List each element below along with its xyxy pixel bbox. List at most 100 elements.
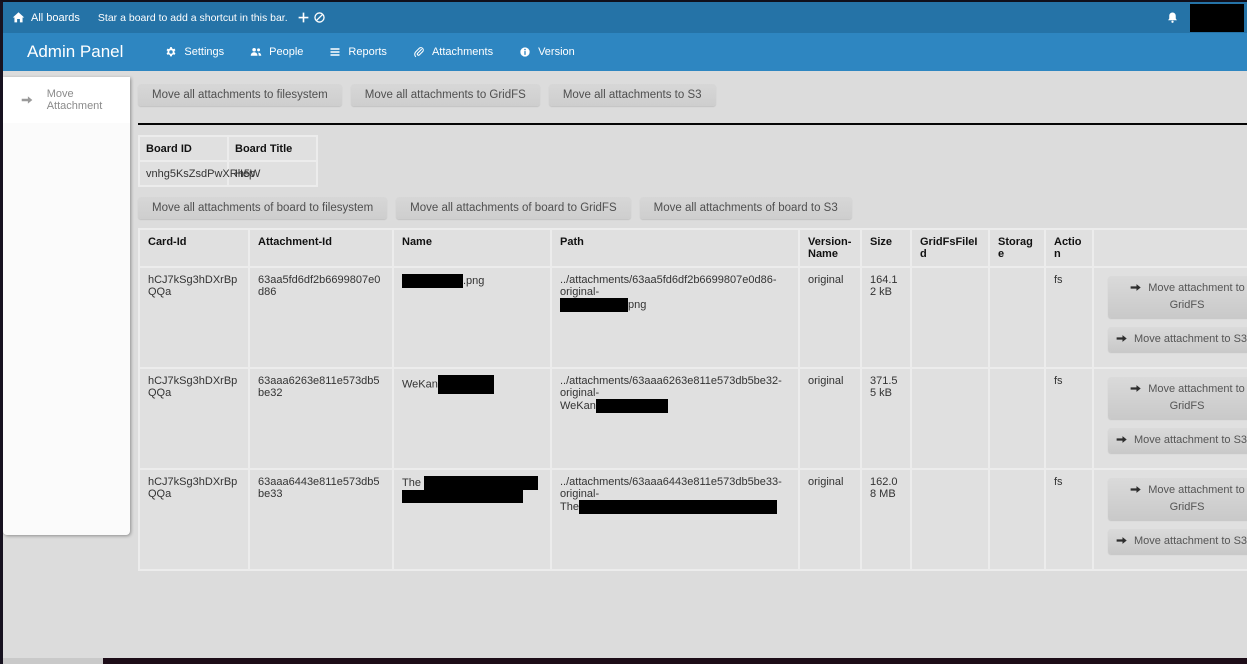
redacted-box bbox=[402, 490, 523, 503]
sidebar-item-label: Move Attachment bbox=[47, 88, 130, 112]
name-cell: .png bbox=[393, 267, 551, 368]
size-cell: 371.55 kB bbox=[861, 368, 911, 469]
people-icon bbox=[250, 46, 262, 58]
nav-item-label: Attachments bbox=[432, 46, 493, 58]
board-id-cell: vnhg5KsZsdPwXRh5W bbox=[139, 161, 228, 186]
move-all-attachments-of-board-to-s3-button[interactable]: Move all attachments of board to S3 bbox=[640, 197, 852, 219]
move-all-attachments-to-gridfs-button[interactable]: Move all attachments to GridFS bbox=[351, 84, 540, 106]
row-buttons-cell: Move attachment to GridFS Move attachment… bbox=[1093, 368, 1247, 469]
nav-item-label: Reports bbox=[348, 46, 387, 58]
cell-text: .png bbox=[463, 275, 484, 287]
divider-rule bbox=[138, 123, 1247, 125]
col-attachment-id: Attachment-Id bbox=[249, 229, 393, 267]
all-boards-label: All boards bbox=[31, 12, 80, 24]
cell-text: ../attachments/63aa5fd6df2b6699807e0d86-… bbox=[560, 274, 777, 298]
button-label: Move attachment to GridFS bbox=[1148, 383, 1245, 412]
paperclip-icon bbox=[413, 46, 425, 58]
action-cell: fs bbox=[1045, 267, 1093, 368]
null-circle-icon[interactable] bbox=[313, 11, 326, 24]
size-cell: 162.08 MB bbox=[861, 469, 911, 570]
board-title-cell: Hep bbox=[228, 161, 317, 186]
version-name-cell: original bbox=[799, 267, 861, 368]
nav-item-version[interactable]: Version bbox=[519, 46, 575, 58]
cell-text: ../attachments/63aaa6263e811e573db5be32-… bbox=[560, 375, 782, 399]
sidebar-item-move-attachment[interactable]: Move Attachment bbox=[3, 77, 130, 123]
move-attachment-to-s3-button[interactable]: Move attachment to S3 bbox=[1108, 428, 1247, 453]
col-action: Action bbox=[1045, 229, 1093, 267]
move-attachment-to-gridfs-button[interactable]: Move attachment to GridFS bbox=[1108, 276, 1247, 318]
admin-bar: Admin Panel SettingsPeopleReportsAttachm… bbox=[3, 33, 1247, 71]
arrow-right-icon bbox=[1115, 332, 1128, 345]
bell-icon[interactable] bbox=[1166, 11, 1179, 24]
user-menu-redacted[interactable] bbox=[1190, 4, 1244, 32]
admin-nav: Settings People Reports Attachments Version bbox=[165, 46, 574, 58]
storage-cell bbox=[989, 267, 1045, 368]
move-attachment-to-gridfs-button[interactable]: Move attachment to GridFS bbox=[1108, 377, 1247, 419]
path-cell: ../attachments/63aa5fd6df2b6699807e0d86-… bbox=[551, 267, 799, 368]
wekan-admin-window: All boards Star a board to add a shortcu… bbox=[0, 0, 1247, 664]
action-cell: fs bbox=[1045, 368, 1093, 469]
gear-icon bbox=[165, 46, 177, 58]
cell-text: png bbox=[628, 299, 646, 311]
shortcut-hint-text: Star a board to add a shortcut in this b… bbox=[98, 12, 288, 24]
reports-icon bbox=[329, 46, 341, 58]
card-id-cell: hCJ7kSg3hDXrBpQQa bbox=[139, 368, 249, 469]
topbar-right bbox=[1166, 2, 1247, 33]
button-label: Move attachment to GridFS bbox=[1148, 282, 1245, 311]
scrollbar-thumb[interactable] bbox=[3, 658, 103, 664]
path-cell: ../attachments/63aaa6263e811e573db5be32-… bbox=[551, 368, 799, 469]
top-bar: All boards Star a board to add a shortcu… bbox=[3, 2, 1247, 33]
button-label: Move attachment to S3 bbox=[1134, 333, 1247, 345]
redacted-box bbox=[596, 399, 668, 413]
nav-item-reports[interactable]: Reports bbox=[329, 46, 387, 58]
info-icon bbox=[519, 46, 531, 58]
nav-item-people[interactable]: People bbox=[250, 46, 303, 58]
move-attachment-to-s3-button[interactable]: Move attachment to S3 bbox=[1108, 327, 1247, 352]
col-gridfsfileid: GridFsFileId bbox=[911, 229, 989, 267]
col-board-title: Board Title bbox=[228, 136, 317, 161]
card-id-cell: hCJ7kSg3hDXrBpQQa bbox=[139, 469, 249, 570]
arrow-right-icon bbox=[1115, 534, 1128, 547]
nav-item-settings[interactable]: Settings bbox=[165, 46, 224, 58]
nav-item-attachments[interactable]: Attachments bbox=[413, 46, 493, 58]
shortcut-hint-icons bbox=[297, 11, 326, 24]
move-attachment-to-s3-button[interactable]: Move attachment to S3 bbox=[1108, 529, 1247, 554]
attachments-table: Card-IdAttachment-IdNamePathVersion-Name… bbox=[138, 228, 1247, 571]
gridfsfileid-cell bbox=[911, 368, 989, 469]
row-buttons-cell: Move attachment to GridFS Move attachment… bbox=[1093, 267, 1247, 368]
arrow-right-icon bbox=[1129, 382, 1142, 395]
attachment-row: hCJ7kSg3hDXrBpQQa63aaa6263e811e573db5be3… bbox=[139, 368, 1247, 469]
button-label: Move attachment to S3 bbox=[1134, 434, 1247, 446]
move-all-attachments-to-s3-button[interactable]: Move all attachments to S3 bbox=[549, 84, 716, 106]
move-attachment-to-gridfs-button[interactable]: Move attachment to GridFS bbox=[1108, 478, 1247, 520]
add-shortcut-icon[interactable] bbox=[297, 11, 310, 24]
button-label: Move attachment to S3 bbox=[1134, 535, 1247, 547]
name-cell: The bbox=[393, 469, 551, 570]
col-board-id: Board ID bbox=[139, 136, 228, 161]
move-all-attachments-of-board-to-gridfs-button[interactable]: Move all attachments of board to GridFS bbox=[396, 197, 630, 219]
version-name-cell: original bbox=[799, 469, 861, 570]
redacted-box bbox=[402, 274, 463, 288]
all-boards-link[interactable]: All boards bbox=[12, 11, 80, 24]
cell-text: WeKan bbox=[560, 400, 596, 412]
col-size: Size bbox=[861, 229, 911, 267]
cell-text: WeKan bbox=[402, 379, 438, 391]
gridfsfileid-cell bbox=[911, 267, 989, 368]
cell-text: ../attachments/63aaa6443e811e573db5be33-… bbox=[560, 476, 782, 500]
move-all-attachments-to-filesystem-button[interactable]: Move all attachments to filesystem bbox=[138, 84, 342, 106]
shortcut-hint: Star a board to add a shortcut in this b… bbox=[98, 11, 326, 24]
gridfsfileid-cell bbox=[911, 469, 989, 570]
redacted-box bbox=[424, 476, 538, 490]
board-table: Board IDBoard Titlevnhg5KsZsdPwXRh5WHep bbox=[138, 135, 318, 187]
redacted-box bbox=[579, 500, 777, 514]
horizontal-scrollbar[interactable] bbox=[3, 658, 1247, 664]
version-name-cell: original bbox=[799, 368, 861, 469]
move-all-attachments-of-board-to-filesystem-button[interactable]: Move all attachments of board to filesys… bbox=[138, 197, 387, 219]
action-cell: fs bbox=[1045, 469, 1093, 570]
col-version-name: Version-Name bbox=[799, 229, 861, 267]
attachment-id-cell: 63aaa6263e811e573db5be32 bbox=[249, 368, 393, 469]
attachment-row: hCJ7kSg3hDXrBpQQa63aa5fd6df2b6699807e0d8… bbox=[139, 267, 1247, 368]
path-cell: ../attachments/63aaa6443e811e573db5be33-… bbox=[551, 469, 799, 570]
arrow-right-icon bbox=[1115, 433, 1128, 446]
name-cell: WeKan bbox=[393, 368, 551, 469]
